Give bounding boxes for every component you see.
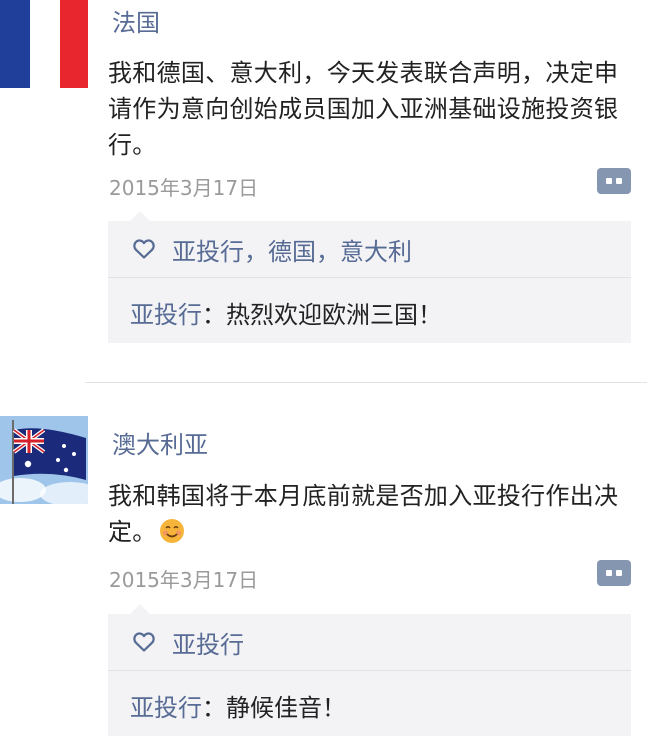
comment-button[interactable]	[597, 560, 631, 586]
post-divider	[85, 382, 647, 383]
post-text: 我和韩国将于本月底前就是否加入亚投行作出决定。	[108, 478, 638, 550]
france-flag-icon	[0, 0, 88, 88]
comment-separator: ：	[202, 301, 226, 329]
post-author[interactable]: 法国	[112, 3, 160, 38]
avatar[interactable]	[0, 0, 88, 88]
post-text: 我和德国、意大利，今天发表联合声明，决定申请作为意向创始成员国加入亚洲基础设施投…	[108, 59, 619, 159]
comment-row[interactable]: 亚投行：静候佳音！	[130, 688, 346, 723]
moment-post: 澳大利亚 我和韩国将于本月底前就是否加入亚投行作出决定。 2015年3月17日 …	[0, 392, 657, 745]
comment-dot-icon	[616, 570, 622, 576]
likes-row: 亚投行，德国，意大利	[108, 221, 631, 278]
likes-list[interactable]: 亚投行	[172, 625, 244, 660]
comment-dot-icon	[616, 178, 622, 184]
comment-dot-icon	[606, 178, 612, 184]
comment-separator: ：	[202, 694, 226, 722]
comment-text: 热烈欢迎欧洲三国！	[226, 301, 442, 329]
comment-author[interactable]: 亚投行	[130, 301, 202, 329]
comment-dot-icon	[606, 570, 612, 576]
comment-row[interactable]: 亚投行：热烈欢迎欧洲三国！	[130, 295, 442, 330]
post-author[interactable]: 澳大利亚	[112, 425, 208, 460]
post-timestamp: 2015年3月17日	[109, 568, 259, 592]
post-timestamp: 2015年3月17日	[109, 176, 259, 200]
comment-text: 静候佳音！	[226, 694, 346, 722]
interaction-panel: 亚投行 亚投行：静候佳音！	[108, 604, 631, 736]
comment-button[interactable]	[597, 168, 631, 194]
australia-flag-icon	[0, 416, 88, 504]
likes-list[interactable]: 亚投行，德国，意大利	[172, 232, 412, 267]
avatar[interactable]	[0, 416, 88, 504]
heart-icon	[133, 632, 155, 652]
moment-post: 法国 我和德国、意大利，今天发表联合声明，决定申请作为意向创始成员国加入亚洲基础…	[0, 0, 657, 378]
smile-emoji-icon	[159, 519, 184, 543]
comment-author[interactable]: 亚投行	[130, 694, 202, 722]
likes-row: 亚投行	[108, 614, 631, 671]
heart-icon	[133, 239, 155, 259]
interaction-panel: 亚投行，德国，意大利 亚投行：热烈欢迎欧洲三国！	[108, 211, 631, 343]
